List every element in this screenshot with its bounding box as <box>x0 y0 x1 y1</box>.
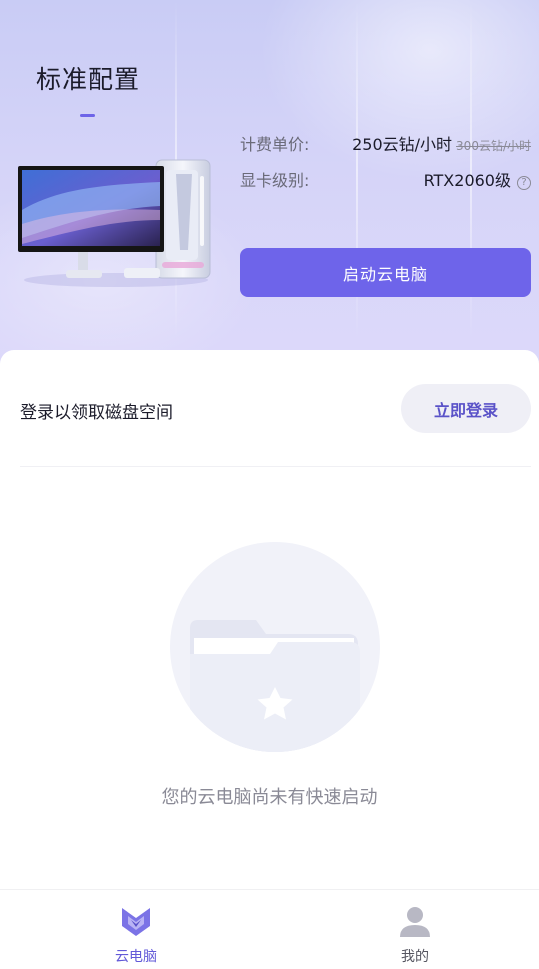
original-price: 300云钻/小时 <box>456 139 531 153</box>
bottom-tab-bar: 云电脑 我的 <box>0 889 539 969</box>
page-title: 标准配置 <box>36 65 141 94</box>
price-row: 计费单价: 250云钻/小时 300云钻/小时 <box>240 131 531 155</box>
login-prompt: 登录以领取磁盘空间 <box>20 403 173 423</box>
cloud-pc-logo-icon <box>122 908 150 936</box>
tab-cloud-pc[interactable]: 云电脑 <box>76 890 196 969</box>
divider <box>20 466 531 467</box>
price-label: 计费单价: <box>240 135 310 154</box>
tab-mine[interactable]: 我的 <box>355 890 475 969</box>
gpu-value-group: RTX2060级? <box>424 167 531 191</box>
gpu-row: 显卡级别: RTX2060级? <box>240 167 531 191</box>
gpu-value: RTX2060级 <box>423 171 511 190</box>
help-icon[interactable]: ? <box>517 176 531 190</box>
folder-star-icon <box>190 620 360 752</box>
title-underline <box>80 114 95 117</box>
tab-label: 我的 <box>401 949 429 965</box>
empty-state-message: 您的云电脑尚未有快速启动 <box>161 787 378 808</box>
user-icon <box>400 907 430 937</box>
gpu-label: 显卡级别: <box>240 171 310 190</box>
login-button[interactable]: 立即登录 <box>401 384 531 433</box>
start-cloud-pc-button[interactable]: 启动云电脑 <box>240 248 531 297</box>
tab-label: 云电脑 <box>115 949 157 965</box>
price-value: 250云钻/小时 <box>352 135 453 154</box>
empty-state-illustration <box>170 542 380 752</box>
desktop-computer-illustration <box>18 159 211 287</box>
price-value-group: 250云钻/小时 300云钻/小时 <box>352 131 531 155</box>
